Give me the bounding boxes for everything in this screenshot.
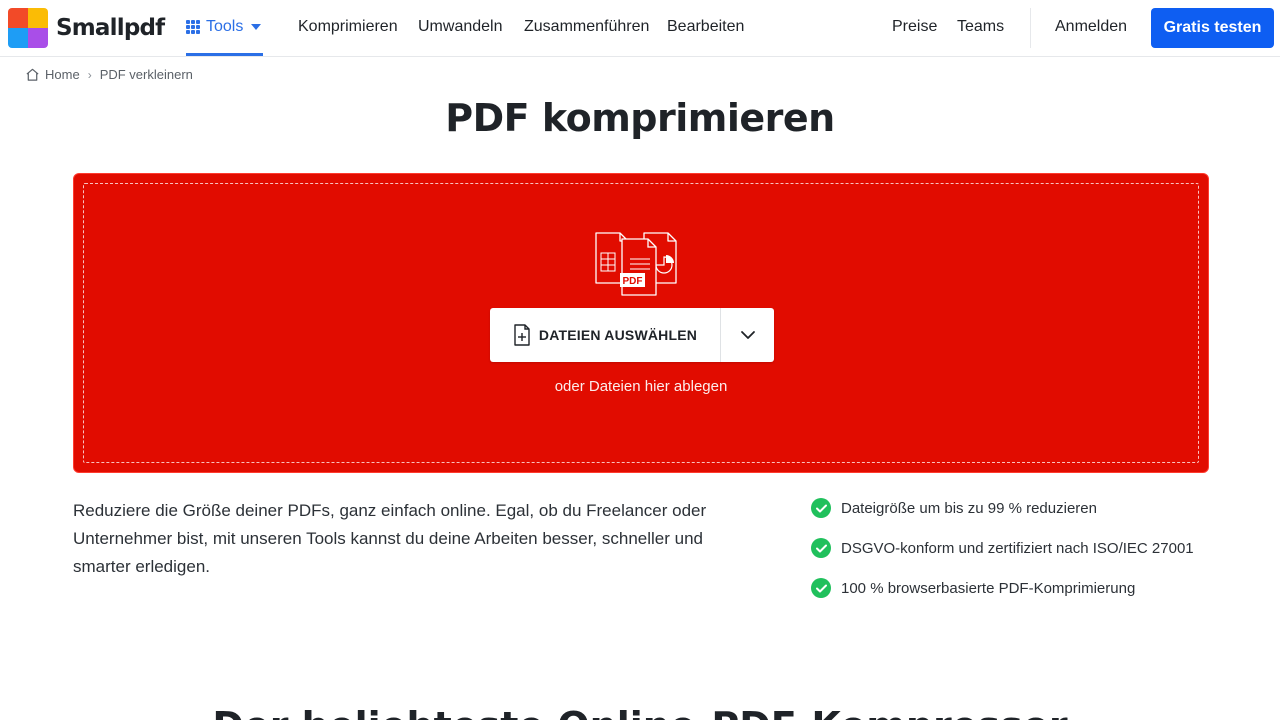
free-trial-button[interactable]: Gratis testen xyxy=(1151,8,1274,48)
check-circle-icon xyxy=(811,578,831,598)
chevron-down-icon xyxy=(740,331,755,339)
nav-link-preise[interactable]: Preise xyxy=(892,18,937,36)
feature-item: 100 % browserbasierte PDF-Komprimierung xyxy=(811,578,1194,598)
intro-text: Reduziere die Größe deiner PDFs, ganz ei… xyxy=(73,501,707,576)
nav-link-bearbeiten[interactable]: Bearbeiten xyxy=(667,18,744,36)
breadcrumb-current: PDF verkleinern xyxy=(99,67,193,82)
file-plus-icon xyxy=(514,324,530,346)
nav-link-zusammenfuehren[interactable]: Zusammenführen xyxy=(524,18,649,36)
choose-files-label: DATEIEN AUSWÄHLEN xyxy=(538,327,698,343)
breadcrumb-home-link[interactable]: Home xyxy=(45,67,80,82)
nav-link-komprimieren[interactable]: Komprimieren xyxy=(298,18,398,36)
breadcrumb: Home › PDF verkleinern xyxy=(25,67,193,82)
feature-list: Dateigröße um bis zu 99 % reduzieren DSG… xyxy=(811,498,1194,618)
tools-label: Tools xyxy=(206,17,244,35)
home-icon xyxy=(26,68,39,81)
drop-hint-text: oder Dateien hier ablegen xyxy=(554,378,728,395)
nav-link-teams[interactable]: Teams xyxy=(957,18,1004,36)
check-circle-icon xyxy=(811,498,831,518)
login-link[interactable]: Anmelden xyxy=(1055,18,1127,36)
grid-icon xyxy=(186,19,200,34)
brand-name: Smallpdf xyxy=(56,15,165,41)
choose-files-button[interactable]: DATEIEN AUSWÄHLEN xyxy=(490,308,721,362)
logo-mark-icon xyxy=(8,8,48,48)
breadcrumb-separator-icon: › xyxy=(87,67,92,82)
tools-menu-button[interactable]: Tools xyxy=(186,0,264,56)
feature-item: Dateigröße um bis zu 99 % reduzieren xyxy=(811,498,1194,518)
feature-text: 100 % browserbasierte PDF-Komprimierung xyxy=(841,579,1136,597)
smallpdf-logo[interactable]: Smallpdf xyxy=(8,8,165,48)
section-heading: Der beliebteste Online-PDF-Kompressor xyxy=(0,704,1280,720)
upload-options-dropdown[interactable] xyxy=(721,308,774,362)
feature-item: DSGVO-konform und zertifiziert nach ISO/… xyxy=(811,538,1194,558)
check-circle-icon xyxy=(811,538,831,558)
nav-divider xyxy=(1030,8,1031,48)
files-illustration-icon: PDF xyxy=(595,232,677,296)
top-navigation-bar: Smallpdf Tools Komprimieren Umwandeln Zu… xyxy=(0,0,1280,57)
illustration-pdf-label: PDF xyxy=(623,276,643,287)
nav-link-umwandeln[interactable]: Umwandeln xyxy=(418,18,502,36)
caret-down-icon xyxy=(251,23,262,30)
file-dropzone[interactable]: PDF DATEIEN AUSWÄHLEN oder Dateien hier … xyxy=(73,173,1209,473)
choose-files-control: DATEIEN AUSWÄHLEN xyxy=(490,308,774,362)
feature-text: Dateigröße um bis zu 99 % reduzieren xyxy=(841,499,1097,517)
page-title: PDF komprimieren xyxy=(445,96,835,140)
feature-text: DSGVO-konform und zertifiziert nach ISO/… xyxy=(841,539,1194,557)
